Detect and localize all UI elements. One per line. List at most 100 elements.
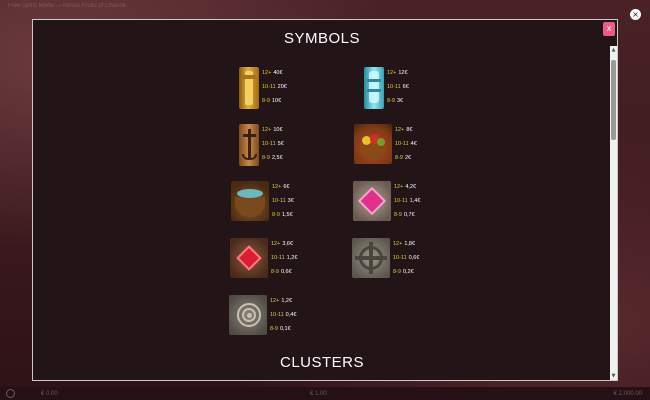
- scroll-up-icon[interactable]: ▲: [610, 46, 617, 54]
- symbol-count: 12+: [270, 298, 280, 305]
- payout-amount: 1,4€: [409, 198, 421, 205]
- symbol-count: 10-11: [272, 198, 286, 205]
- payout-amount: 10€: [271, 98, 282, 105]
- symbol-entry: 12+ 6€ 10-11 3€ 8-9 1,5€: [231, 181, 294, 223]
- payout-amount: 0,2€: [402, 269, 414, 276]
- payout-amount: 1,8€: [404, 241, 416, 248]
- symbol-count: 8-9: [393, 269, 401, 276]
- symbol-count: 12+: [395, 127, 405, 134]
- pay-list: 12+ 40€ 10-11 20€ 8-9 10€: [262, 67, 287, 109]
- pay-list: 12+ 1,8€ 10-11 0,6€ 8-9 0,2€: [393, 238, 419, 280]
- red-gem-icon: [230, 238, 268, 278]
- pay-row: 10-11 0,6€: [393, 252, 419, 266]
- pay-row: 8-9 2€: [395, 152, 417, 166]
- stone-compass-icon: [352, 238, 390, 278]
- payout-amount: 40€: [273, 70, 283, 77]
- symbol-count: 10-11: [262, 84, 276, 91]
- overlay-close-button[interactable]: ×: [630, 9, 641, 20]
- symbol-entry: 12+ 8€ 10-11 4€ 8-9 2€: [354, 124, 417, 166]
- pay-list: 12+ 1,2€ 10-11 0,4€ 8-9 0,1€: [270, 295, 296, 337]
- symbol-count: 8-9: [262, 155, 270, 162]
- symbol-entry: 12+ 4,2€ 10-11 1,4€ 8-9 0,7€: [353, 181, 420, 223]
- pay-row: 12+ 12€: [387, 67, 409, 81]
- pay-row: 12+ 6€: [272, 181, 294, 195]
- payout-amount: 1,2€: [281, 298, 293, 305]
- symbol-count: 10-11: [262, 141, 276, 148]
- payout-amount: 3,6€: [282, 241, 294, 248]
- pay-row: 10-11 4€: [395, 138, 417, 152]
- pay-row: 10-11 6€: [387, 81, 409, 95]
- pay-list: 12+ 3,6€ 10-11 1,2€ 8-9 0,6€: [271, 238, 297, 280]
- symbol-count: 10-11: [387, 84, 401, 91]
- symbol-count: 12+: [262, 70, 272, 77]
- payout-amount: 2€: [404, 155, 412, 162]
- pay-row: 8-9 2,5€: [262, 152, 284, 166]
- pay-row: 8-9 0,2€: [393, 266, 419, 280]
- pay-list: 12+ 6€ 10-11 3€ 8-9 1,5€: [272, 181, 294, 223]
- payout-amount: 0,1€: [279, 326, 291, 333]
- pay-row: 8-9 10€: [262, 95, 287, 109]
- background-title: Free Spins Mode — Nexus Fruits of Chance: [8, 3, 126, 9]
- symbol-count: 8-9: [387, 98, 395, 105]
- settings-gear-icon[interactable]: [6, 389, 15, 398]
- pay-row: 10-11 1,2€: [271, 252, 297, 266]
- symbol-count: 12+: [387, 70, 397, 77]
- pay-row: 12+ 8€: [395, 124, 417, 138]
- pay-row: 12+ 10€: [262, 124, 284, 138]
- symbol-entry: 12+ 3,6€ 10-11 1,2€ 8-9 0,6€: [230, 238, 297, 280]
- payout-amount: 1,5€: [281, 212, 293, 219]
- pay-row: 8-9 0,6€: [271, 266, 297, 280]
- symbol-count: 12+: [271, 241, 281, 248]
- pay-row: 12+ 1,8€: [393, 238, 419, 252]
- total-text: € 2,000.00: [613, 390, 642, 397]
- payout-amount: 5€: [277, 141, 284, 148]
- payout-amount: 3€: [396, 98, 404, 105]
- pay-row: 10-11 5€: [262, 138, 284, 152]
- pay-row: 10-11 20€: [262, 81, 287, 95]
- payout-amount: 4€: [410, 141, 417, 148]
- symbol-count: 10-11: [270, 312, 284, 319]
- payout-amount: 6€: [283, 184, 290, 191]
- symbol-count: 8-9: [262, 98, 270, 105]
- symbol-count: 8-9: [395, 155, 403, 162]
- balance-text: € 0.00: [41, 390, 58, 397]
- pay-list: 12+ 12€ 10-11 6€ 8-9 3€: [387, 67, 409, 109]
- payout-amount: 1,2€: [286, 255, 298, 262]
- symbol-count: 10-11: [271, 255, 285, 262]
- shell-fossil-icon: [229, 295, 267, 335]
- symbol-entry: 12+ 12€ 10-11 6€ 8-9 3€: [364, 67, 409, 109]
- symbol-count: 12+: [393, 241, 403, 248]
- pay-row: 12+ 40€: [262, 67, 287, 81]
- crystal-idol-icon: [364, 67, 384, 109]
- pay-list: 12+ 4,2€ 10-11 1,4€ 8-9 0,7€: [394, 181, 420, 223]
- symbol-count: 12+: [272, 184, 282, 191]
- symbol-entry: 12+ 40€ 10-11 20€ 8-9 10€: [239, 67, 287, 109]
- payout-amount: 20€: [277, 84, 287, 91]
- payout-amount: 0,7€: [403, 212, 415, 219]
- fruit-basket-icon: [354, 124, 392, 164]
- symbol-count: 10-11: [394, 198, 408, 205]
- symbol-count: 8-9: [270, 326, 278, 333]
- payout-amount: 10€: [273, 127, 283, 134]
- payout-amount: 2,5€: [271, 155, 283, 162]
- symbol-count: 12+: [394, 184, 404, 191]
- scroll-down-icon[interactable]: ▼: [610, 372, 617, 380]
- gold-idol-icon: [239, 67, 259, 109]
- payout-amount: 6€: [402, 84, 409, 91]
- fish-basket-icon: [231, 181, 269, 221]
- symbol-count: 8-9: [272, 212, 280, 219]
- scroll-thumb[interactable]: [611, 60, 616, 140]
- symbol-entry: 12+ 10€ 10-11 5€ 8-9 2,5€: [239, 124, 284, 166]
- pay-list: 12+ 10€ 10-11 5€ 8-9 2,5€: [262, 124, 284, 166]
- pink-gem-icon: [353, 181, 391, 221]
- pay-row: 12+ 1,2€: [270, 295, 296, 309]
- symbol-count: 10-11: [393, 255, 407, 262]
- payout-amount: 4,2€: [405, 184, 417, 191]
- symbol-count: 8-9: [271, 269, 279, 276]
- symbol-entry: 12+ 1,2€ 10-11 0,4€ 8-9 0,1€: [229, 295, 296, 337]
- bottom-status-bar: € 0.00 € 1.00 € 2,000.00: [0, 387, 650, 400]
- pay-row: 12+ 3,6€: [271, 238, 297, 252]
- pay-row: 10-11 1,4€: [394, 195, 420, 209]
- modal-scrollbar[interactable]: ▲ ▼: [610, 46, 617, 380]
- close-icon: ×: [632, 9, 639, 19]
